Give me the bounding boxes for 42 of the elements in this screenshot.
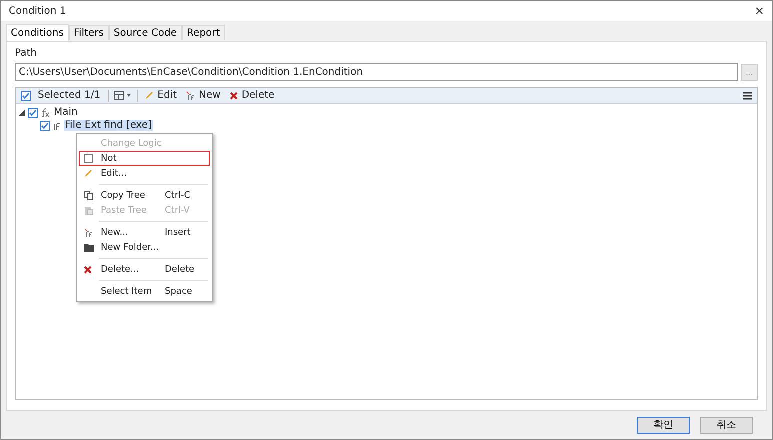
dialog-button[interactable]: 확인 bbox=[637, 416, 690, 434]
tree-item[interactable]: File Ext find [exe] bbox=[64, 120, 153, 131]
selected-count[interactable]: Selected 1/1 bbox=[36, 90, 103, 101]
path-label: Path bbox=[15, 48, 38, 59]
folder-icon bbox=[84, 243, 94, 252]
delete-icon bbox=[230, 92, 238, 100]
copy-icon bbox=[84, 190, 94, 200]
checkbox[interactable] bbox=[40, 120, 50, 130]
new-item-icon bbox=[186, 90, 195, 100]
pencil-icon bbox=[144, 91, 154, 100]
condition-icon bbox=[53, 120, 61, 130]
menu-icon[interactable] bbox=[743, 92, 752, 100]
tab[interactable]: Filters bbox=[68, 25, 109, 40]
checkbox[interactable] bbox=[21, 90, 31, 100]
tab[interactable]: Source Code bbox=[108, 25, 182, 40]
expander-icon[interactable] bbox=[19, 110, 25, 116]
tree-item[interactable]: Main bbox=[53, 107, 79, 118]
window-title: Condition 1 bbox=[9, 6, 66, 16]
checkbox[interactable] bbox=[28, 108, 38, 118]
menu-header: Change Logic bbox=[100, 138, 163, 148]
pencil-icon bbox=[84, 169, 93, 178]
menu-item[interactable]: New Folder... bbox=[79, 240, 210, 255]
paste-icon bbox=[84, 206, 94, 216]
layout-icon[interactable] bbox=[114, 91, 132, 100]
menu-item[interactable]: New... Insert bbox=[79, 225, 210, 240]
checkbox[interactable] bbox=[84, 154, 93, 163]
menu-item[interactable]: Copy Tree Ctrl-C bbox=[79, 188, 210, 203]
close-button[interactable]: × bbox=[755, 4, 764, 18]
menu-item[interactable]: Select Item Space bbox=[79, 284, 210, 299]
function-icon bbox=[41, 108, 50, 118]
toolbar-button[interactable]: Edit bbox=[142, 90, 179, 101]
menu-item[interactable]: Delete... Delete bbox=[79, 262, 210, 277]
menu-item[interactable]: Not bbox=[79, 151, 210, 166]
path-field[interactable]: C:\Users\User\Documents\EnCase\Condition\Condition 1.EnCondition bbox=[15, 63, 738, 81]
new-item-icon bbox=[84, 228, 93, 238]
toolbar-button[interactable]: Delete bbox=[228, 90, 277, 101]
tab[interactable]: Conditions bbox=[6, 24, 69, 41]
tab[interactable]: Report bbox=[182, 25, 226, 40]
delete-icon bbox=[84, 266, 92, 274]
toolbar-button[interactable]: New bbox=[184, 90, 223, 101]
dialog-button[interactable]: 취소 bbox=[700, 416, 753, 434]
menu-item[interactable]: Edit... bbox=[79, 166, 210, 181]
